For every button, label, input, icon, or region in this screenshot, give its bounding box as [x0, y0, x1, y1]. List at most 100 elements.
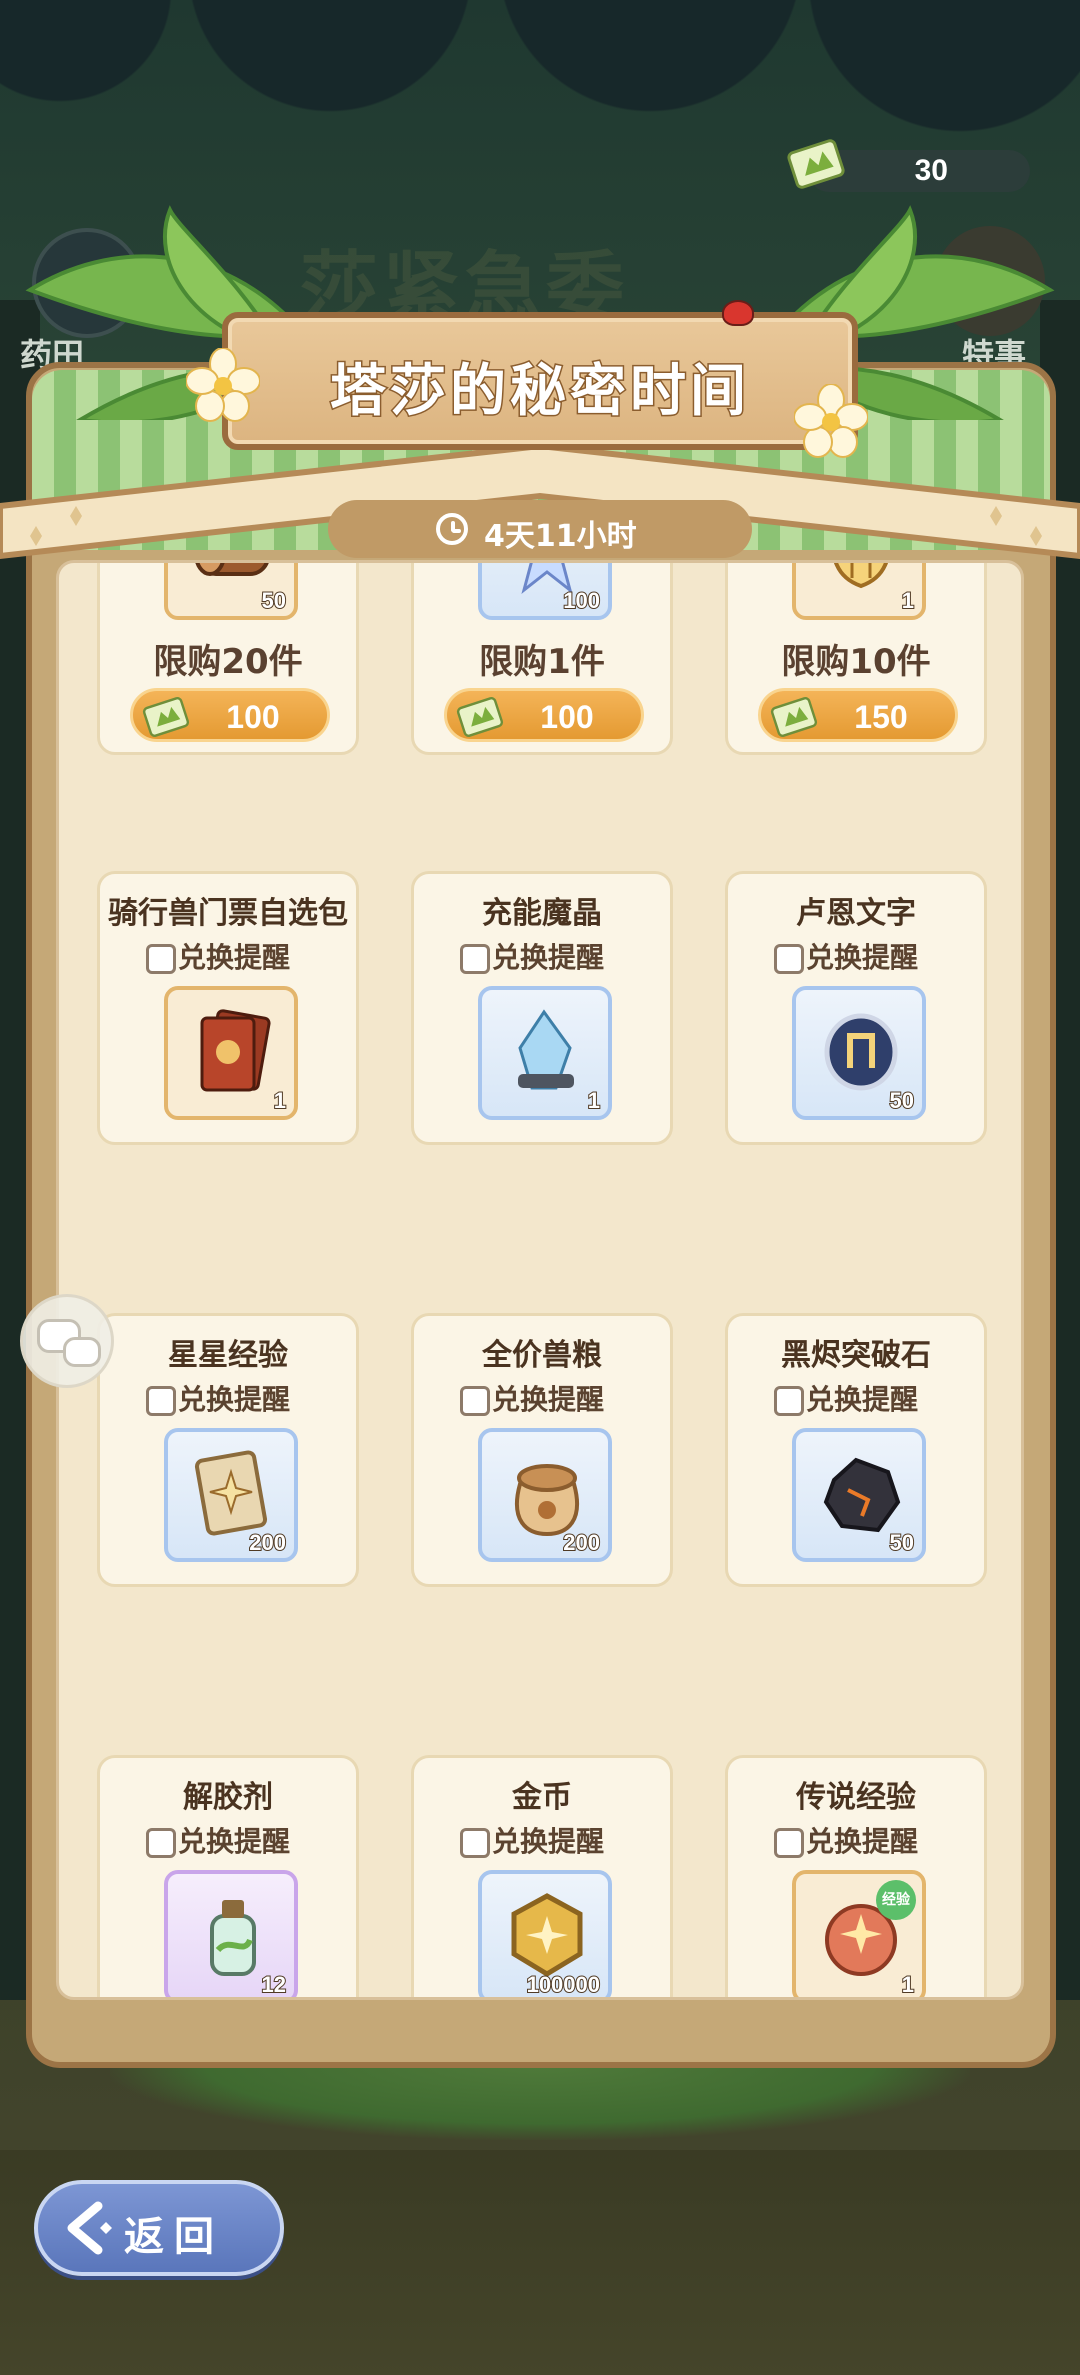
exchange-reminder-label: 兑换提醒: [178, 1383, 291, 1416]
ticket-icon: [770, 697, 818, 737]
purchase-limit: 限购30件: [414, 1134, 670, 1142]
item-quantity: 50: [888, 1529, 915, 1556]
purchase-limit: 限购20件: [414, 1576, 670, 1584]
item-price: 100: [540, 699, 594, 735]
item-name: 充能魔晶: [482, 896, 602, 931]
black-stone-icon: [823, 1457, 901, 1533]
exchange-reminder-checkbox[interactable]: 兑换提醒: [460, 1378, 604, 1416]
checkbox-icon: [146, 944, 176, 974]
item-slot[interactable]: 1: [164, 986, 298, 1120]
gold-coin-icon: [511, 1893, 583, 1977]
exchange-reminder-checkbox[interactable]: 兑换提醒: [146, 936, 290, 974]
checkbox-icon: [460, 1828, 490, 1858]
item-slot[interactable]: 200: [164, 1428, 298, 1562]
checkbox-icon: [774, 1386, 804, 1416]
flower-decoration-left: [186, 348, 260, 422]
shop-item-card[interactable]: 金币兑换提醒 100000: [411, 1755, 673, 1997]
item-slot[interactable]: 50: [164, 563, 298, 620]
item-slot[interactable]: 1: [792, 563, 926, 620]
item-quantity: 100: [562, 587, 601, 614]
exchange-reminder-checkbox[interactable]: 兑换提醒: [460, 936, 604, 974]
exchange-reminder-checkbox[interactable]: 兑换提醒: [146, 1820, 290, 1858]
item-quantity: 12: [260, 1971, 287, 1997]
shop-item-card[interactable]: 1 限购10件 150: [725, 563, 987, 755]
purchase-limit: 限购20件: [153, 642, 303, 682]
item-quantity: 200: [562, 1529, 601, 1556]
checkbox-icon: [460, 944, 490, 974]
shop-item-card[interactable]: 充能魔晶兑换提醒1限购30件30: [411, 871, 673, 1145]
shop-item-card[interactable]: 解胶剂 兑换提醒 12: [97, 1755, 359, 1997]
shop-item-list[interactable]: 50 限购20件 100 100 限购1件 100 1 限购10件 150 骑行兽门票自选包 兑换提…: [56, 560, 1024, 2000]
exchange-reminder-label: 兑换提醒: [492, 941, 605, 974]
title-sign: 塔莎的秘密时间: [222, 312, 858, 450]
item-name: 卢恩文字: [796, 896, 916, 931]
item-slot[interactable]: 12: [164, 1870, 298, 1997]
shop-item-card[interactable]: 星星经验兑换提醒200限购20件100: [97, 1313, 359, 1587]
ticket-icon: [142, 697, 190, 737]
chat-bubble-icon-secondary: [63, 1337, 101, 1367]
chat-button[interactable]: [20, 1294, 114, 1388]
shop-item-card[interactable]: 传说经验兑换提醒经验 1: [725, 1755, 987, 1997]
buy-button[interactable]: 100: [130, 688, 330, 742]
countdown-text: 4天11小时: [484, 519, 637, 554]
item-slot[interactable]: 100: [478, 563, 612, 620]
item-quantity: 100000: [526, 1971, 601, 1997]
item-price: 100: [226, 699, 280, 735]
exchange-reminder-checkbox[interactable]: 兑换提醒: [146, 1378, 290, 1416]
purchase-limit: 限购1件: [479, 642, 605, 682]
purchase-limit: 限购10件: [781, 642, 931, 682]
potion-bottle-icon: [210, 1900, 256, 1976]
exchange-reminder-checkbox[interactable]: 兑换提醒: [774, 1820, 918, 1858]
item-slot[interactable]: 50: [792, 1428, 926, 1562]
shop-item-card[interactable]: 骑行兽门票自选包兑换提醒1限购20件50: [97, 871, 359, 1145]
exchange-reminder-checkbox[interactable]: 兑换提醒: [774, 1378, 918, 1416]
purchase-limit: 限购20件: [728, 1576, 984, 1584]
item-slot[interactable]: 经验 1: [792, 1870, 926, 1997]
lyre-icon: [834, 563, 888, 589]
buy-button[interactable]: 150: [758, 688, 958, 742]
back-label: 返回: [124, 2214, 224, 2260]
checkbox-icon: [146, 1828, 176, 1858]
item-slot[interactable]: 200: [478, 1428, 612, 1562]
shop-item-card[interactable]: 黑烬突破石兑换提醒50限购20件100: [725, 1313, 987, 1587]
checkbox-icon: [460, 1386, 490, 1416]
item-quantity: 50: [888, 1087, 915, 1114]
ticket-count: 30: [914, 154, 948, 187]
item-quantity: 200: [248, 1529, 287, 1556]
item-name: 金币: [512, 1780, 572, 1815]
item-slot[interactable]: 100000: [478, 1870, 612, 1997]
item-name: 骑行兽门票自选包: [108, 896, 348, 931]
shop-item-card[interactable]: 全价兽粮兑换提醒200限购20件100: [411, 1313, 673, 1587]
exchange-reminder-checkbox[interactable]: 兑换提醒: [460, 1820, 604, 1858]
item-slot[interactable]: 1: [478, 986, 612, 1120]
exchange-reminder-label: 兑换提醒: [492, 1383, 605, 1416]
star-card-icon: [194, 1450, 268, 1536]
item-quantity: 50: [260, 587, 287, 614]
ticket-icon: [456, 697, 504, 737]
purchase-limit: 限购20件: [100, 1134, 356, 1142]
item-name: 传说经验: [796, 1780, 916, 1815]
shop-item-card[interactable]: 100 限购1件 100: [411, 563, 673, 755]
exchange-reminder-label: 兑换提醒: [806, 1383, 919, 1416]
item-name: 黑烬突破石: [781, 1338, 931, 1373]
back-button[interactable]: 返回: [34, 2180, 284, 2276]
buy-button[interactable]: 100: [444, 688, 644, 742]
checkbox-icon: [774, 1828, 804, 1858]
exchange-reminder-label: 兑换提醒: [806, 941, 919, 974]
page-title: 塔莎的秘密时间: [329, 358, 750, 426]
checkbox-icon: [146, 1386, 176, 1416]
item-price: 150: [854, 699, 908, 735]
magic-crystal-icon: [518, 1009, 574, 1090]
back-arrow-icon: [67, 2201, 112, 2255]
exchange-reminder-label: 兑换提醒: [178, 941, 291, 974]
purchase-limit: 限购20件: [100, 1576, 356, 1584]
item-quantity: 1: [587, 1087, 601, 1114]
exchange-reminder-checkbox[interactable]: 兑换提醒: [774, 936, 918, 974]
exchange-reminder-label: 兑换提醒: [178, 1825, 291, 1858]
shop-item-card[interactable]: 卢恩文字兑换提醒50限购20件50: [725, 871, 987, 1145]
food-sack-icon: [514, 1464, 580, 1536]
flower-decoration-right: [794, 384, 868, 458]
shop-item-card[interactable]: 50 限购20件 100: [97, 563, 359, 755]
item-slot[interactable]: 50: [792, 986, 926, 1120]
item-quantity: 1: [901, 1971, 915, 1997]
